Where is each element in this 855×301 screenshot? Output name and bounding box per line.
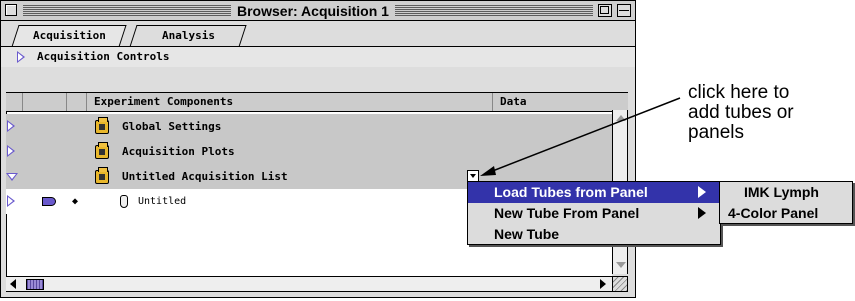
callout-line-2: add tubes or: [688, 102, 794, 123]
chevron-down-icon: [470, 174, 476, 178]
callout-line-1: click here to: [688, 82, 790, 103]
zoom-box-icon[interactable]: [598, 4, 612, 17]
menu-item-new-tube-from-panel[interactable]: New Tube From Panel: [468, 203, 720, 224]
table-row[interactable]: Global Settings: [6, 114, 612, 139]
panel-submenu: IMK Lymph 4-Color Panel: [719, 181, 853, 224]
disclosure-triangle-icon[interactable]: [17, 51, 25, 63]
submenu-item-label: 4-Color Panel: [728, 205, 819, 221]
submenu-item-label: IMK Lymph: [744, 184, 819, 200]
menu-item-load-tubes-from-panel[interactable]: Load Tubes from Panel: [468, 182, 720, 203]
disclosure-triangle-icon[interactable]: [7, 120, 15, 132]
row-label: Untitled: [138, 196, 187, 207]
disclosure-triangle-icon[interactable]: [7, 195, 15, 207]
tab-analysis-label: Analysis: [161, 29, 215, 42]
column-separator: [66, 93, 67, 111]
row-label: Untitled Acquisition List: [122, 170, 288, 183]
callout-annotation: click here to add tubes or panels: [688, 83, 794, 143]
close-box-icon[interactable]: [5, 4, 17, 16]
row-label: Global Settings: [122, 120, 222, 133]
horizontal-scrollbar[interactable]: [6, 276, 612, 292]
title-bar[interactable]: Browser: Acquisition 1: [1, 1, 635, 21]
row-label: Acquisition Plots: [122, 145, 235, 158]
column-separator: [492, 93, 493, 111]
add-popup-menu: Load Tubes from Panel New Tube From Pane…: [467, 181, 721, 245]
disclosure-triangle-expanded-icon[interactable]: [6, 173, 18, 181]
menu-item-label: New Tube: [494, 226, 560, 242]
tube-tag-icon[interactable]: [42, 197, 56, 206]
tab-analysis[interactable]: Analysis: [129, 25, 247, 47]
column-header-components[interactable]: Experiment Components: [94, 93, 233, 111]
table-row[interactable]: Acquisition Plots: [6, 139, 612, 164]
menu-item-new-tube[interactable]: New Tube: [468, 224, 720, 245]
submenu-arrow-icon: [698, 186, 706, 198]
tab-bar: Acquisition Analysis: [1, 22, 635, 47]
column-separator: [22, 93, 23, 111]
scroll-down-icon[interactable]: [616, 262, 626, 268]
table-header: Experiment Components Data: [6, 92, 628, 112]
callout-line-3: panels: [688, 122, 744, 143]
scroll-left-icon[interactable]: [10, 279, 16, 289]
row-marker: ◆: [72, 196, 79, 207]
tab-acquisition-label: Acquisition: [32, 29, 106, 42]
resize-grip-icon[interactable]: [612, 276, 628, 292]
column-header-data[interactable]: Data: [500, 93, 527, 111]
menu-item-label: Load Tubes from Panel: [494, 184, 648, 200]
submenu-item-4-color-panel[interactable]: 4-Color Panel: [720, 203, 852, 224]
submenu-arrow-icon: [698, 207, 706, 219]
window-title: Browser: Acquisition 1: [231, 2, 395, 20]
folder-icon: [95, 117, 109, 134]
acquisition-controls-label: Acquisition Controls: [37, 50, 170, 63]
column-separator: [86, 93, 87, 111]
folder-icon: [95, 142, 109, 159]
scroll-up-icon[interactable]: [616, 115, 626, 121]
scroll-right-icon[interactable]: [600, 279, 606, 289]
scroll-thumb[interactable]: [26, 279, 44, 290]
acquisition-controls-row[interactable]: Acquisition Controls: [1, 47, 635, 67]
disclosure-triangle-icon[interactable]: [7, 145, 15, 157]
menu-item-label: New Tube From Panel: [494, 205, 640, 221]
collapse-box-icon[interactable]: [617, 4, 631, 17]
tube-icon: [120, 195, 128, 208]
submenu-item-imk-lymph[interactable]: IMK Lymph: [720, 182, 852, 203]
tab-acquisition[interactable]: Acquisition: [11, 25, 127, 47]
folder-icon: [95, 167, 109, 184]
